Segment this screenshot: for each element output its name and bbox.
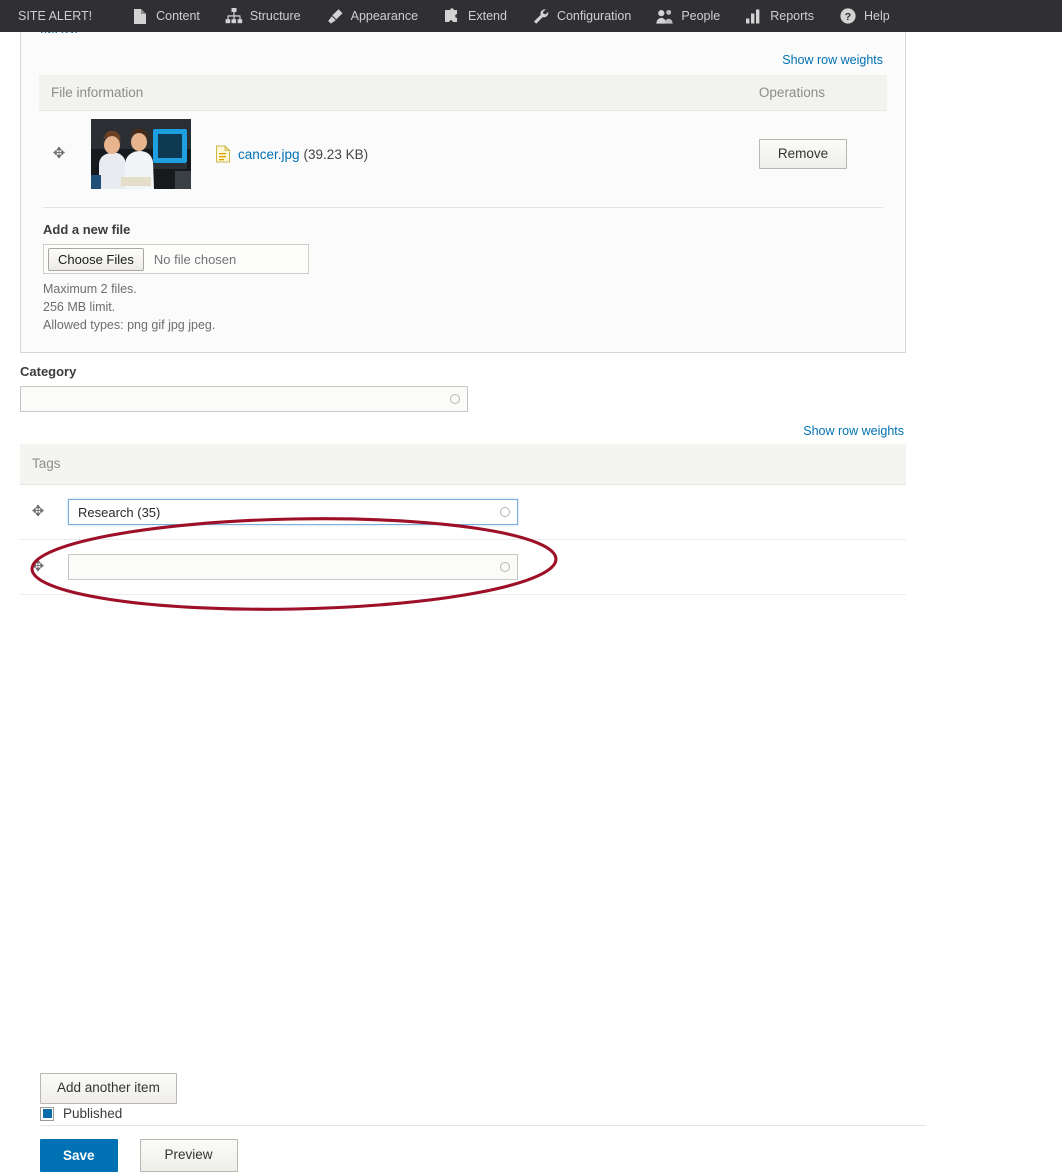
file-name-link[interactable]: cancer.jpg: [238, 147, 300, 162]
column-header-file-information: File information: [39, 75, 747, 111]
toolbar-item-label: Content: [156, 8, 200, 23]
toolbar-item-label: SITE ALERT!: [18, 8, 93, 23]
bar-chart-icon: [745, 7, 763, 25]
file-thumbnail-image: [91, 119, 191, 189]
file-upload-input[interactable]: Choose Files No file chosen: [43, 244, 309, 274]
autocomplete-throbber-icon: [500, 562, 510, 572]
category-autocomplete[interactable]: [20, 386, 468, 412]
file-info: cancer.jpg (39.23 KB): [215, 145, 735, 163]
structure-icon: [225, 7, 243, 25]
drag-handle-icon[interactable]: ✥: [30, 559, 46, 574]
drag-handle-icon[interactable]: ✥: [51, 146, 67, 161]
upload-hint-allowed-types: Allowed types: png gif jpg jpeg.: [43, 317, 216, 332]
toolbar-item-appearance[interactable]: Appearance: [326, 0, 431, 32]
toolbar-item-label: Help: [864, 8, 890, 23]
toolbar-item-label: Appearance: [350, 8, 419, 23]
file-generic-icon: [215, 145, 231, 163]
show-row-weights-link-image[interactable]: Show row weights: [782, 53, 883, 67]
file-table-header-row: File information Operations: [39, 75, 887, 111]
toolbar-item-label: Configuration: [556, 8, 632, 23]
toolbar-item-configuration[interactable]: Configuration: [532, 0, 644, 32]
tag-autocomplete-1[interactable]: [68, 499, 518, 525]
choose-files-button[interactable]: Choose Files: [48, 247, 144, 271]
drag-handle-cell: ✥: [20, 539, 56, 595]
file-size-label: (39.23 KB): [303, 146, 369, 162]
add-new-file-label: Add a new file: [43, 222, 131, 237]
add-new-file-section: Add a new file Choose Files No file chos…: [39, 208, 887, 334]
add-another-item-wrapper: Add another item: [40, 1073, 177, 1104]
tag-input-2[interactable]: [69, 555, 517, 579]
column-header-tags: Tags: [20, 444, 906, 485]
toolbar-item-extend[interactable]: Extend: [443, 0, 520, 32]
toolbar-item-help[interactable]: ? Help: [839, 0, 903, 32]
drag-handle-icon[interactable]: ✥: [30, 504, 46, 519]
drag-handle-cell: ✥: [20, 484, 56, 540]
toolbar-item-content[interactable]: Content: [131, 0, 213, 32]
toolbar-item-label: People: [681, 8, 721, 23]
toolbar-item-label: Structure: [249, 8, 301, 23]
published-label: Published: [63, 1106, 123, 1121]
table-row: ✥: [20, 484, 906, 540]
save-button[interactable]: Save: [40, 1139, 118, 1172]
wrench-icon: [532, 7, 550, 25]
question-circle-icon: ?: [839, 7, 857, 25]
svg-text:?: ?: [845, 11, 851, 23]
show-row-weights-link-tags[interactable]: Show row weights: [803, 424, 904, 438]
file-name-cell: cancer.jpg (39.23 KB): [203, 111, 747, 198]
image-fieldset: IMAGE Show row weights File information …: [20, 23, 906, 354]
toolbar-item-site-alert[interactable]: SITE ALERT!: [18, 0, 105, 32]
category-label: Category: [20, 364, 77, 379]
table-row: ✥: [20, 539, 906, 595]
autocomplete-throbber-icon: [500, 507, 510, 517]
tag-value-cell: [56, 484, 906, 540]
category-field: Category: [20, 364, 490, 412]
toolbar-item-label: Reports: [770, 8, 815, 23]
upload-hints: Maximum 2 files. 256 MB limit. Allowed t…: [43, 281, 883, 334]
preview-button[interactable]: Preview: [139, 1139, 238, 1172]
tag-value-cell: [56, 539, 906, 595]
autocomplete-throbber-icon: [450, 394, 460, 404]
category-input[interactable]: [21, 387, 467, 411]
toolbar-item-people[interactable]: People: [656, 0, 733, 32]
drag-handle-cell: ✥: [39, 111, 79, 198]
file-thumbnail-cell: [79, 111, 203, 198]
form-actions: Save Preview: [40, 1139, 238, 1172]
tag-autocomplete-2[interactable]: [68, 554, 518, 580]
toolbar-item-structure[interactable]: Structure: [225, 0, 314, 32]
image-field-wrapper: IMAGE Show row weights File information …: [20, 23, 906, 354]
tags-table: Tags ✥ ✥: [20, 444, 906, 595]
tags-field: Tags ✥ ✥: [20, 444, 926, 1172]
node-edit-form: IMAGE Show row weights File information …: [0, 23, 1062, 1172]
paintbrush-icon: [326, 7, 344, 25]
file-operations-cell: Remove: [747, 111, 887, 198]
toolbar-item-reports[interactable]: Reports: [745, 0, 827, 32]
published-checkbox[interactable]: [40, 1106, 54, 1121]
tag-input-1[interactable]: [69, 500, 517, 524]
file-table: File information Operations ✥ cancer.jpg…: [39, 75, 887, 197]
page-icon: [131, 7, 149, 25]
upload-hint-max-files: Maximum 2 files.: [43, 282, 137, 296]
table-row: ✥: [39, 111, 887, 198]
toolbar-item-label: Extend: [468, 8, 507, 23]
add-another-item-button[interactable]: Add another item: [40, 1073, 177, 1104]
column-header-operations: Operations: [746, 75, 887, 111]
published-field[interactable]: Published: [40, 1106, 122, 1121]
tags-table-header-row: Tags: [20, 444, 906, 485]
admin-toolbar: SITE ALERT! Content Structure Appearance…: [0, 0, 1062, 32]
upload-hint-size-limit: 256 MB limit.: [43, 299, 116, 314]
puzzle-icon: [443, 7, 461, 25]
people-icon: [656, 7, 674, 25]
remove-file-button[interactable]: Remove: [758, 138, 848, 170]
divider: [40, 1125, 926, 1126]
no-file-chosen-label: No file chosen: [153, 251, 237, 267]
